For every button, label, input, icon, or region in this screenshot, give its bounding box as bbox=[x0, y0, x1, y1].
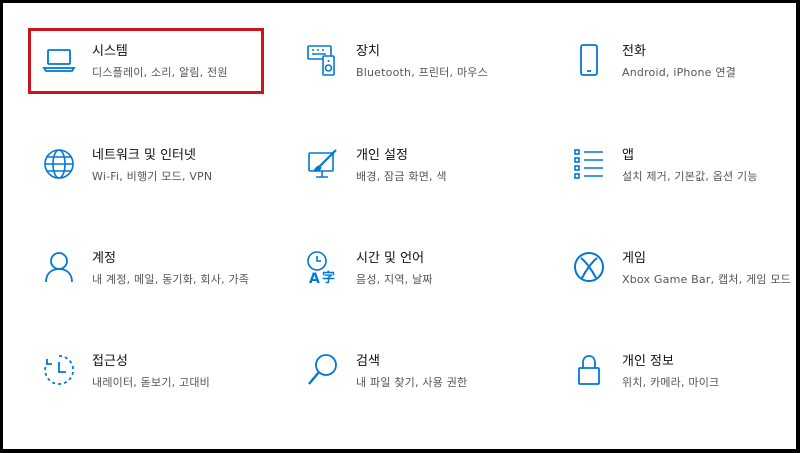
phone-icon bbox=[572, 43, 606, 77]
tile-title: 게임 bbox=[622, 251, 646, 266]
tile-title: 검색 bbox=[356, 354, 380, 369]
settings-tile-gaming[interactable]: 게임 Xbox Game Bar, 캡처, 게임 모드 bbox=[572, 250, 796, 330]
settings-window: 시스템 디스플레이, 소리, 알림, 전원 장치 Bluetooth, 프린터,… bbox=[3, 3, 796, 449]
ease-of-access-icon bbox=[42, 353, 76, 387]
tile-title: 개인 정보 bbox=[622, 354, 674, 369]
lock-icon bbox=[572, 353, 606, 387]
tile-description: Wi-Fi, 비행기 모드, VPN bbox=[92, 170, 213, 183]
settings-tile-personalization[interactable]: 개인 설정 배경, 잠금 화면, 색 bbox=[306, 147, 546, 227]
tile-description: 음성, 지역, 날짜 bbox=[356, 273, 433, 286]
xbox-icon bbox=[572, 250, 606, 284]
settings-tile-privacy[interactable]: 개인 정보 위치, 카메라, 마이크 bbox=[572, 353, 796, 433]
tile-description: Bluetooth, 프린터, 마우스 bbox=[356, 66, 488, 79]
settings-tile-accounts[interactable]: 계정 내 계정, 메일, 동기화, 회사, 가족 bbox=[42, 250, 282, 330]
settings-tile-network[interactable]: 네트워크 및 인터넷 Wi-Fi, 비행기 모드, VPN bbox=[42, 147, 282, 227]
tile-description: 설치 제거, 기본값, 옵션 기능 bbox=[622, 170, 758, 183]
tile-title: 네트워크 및 인터넷 bbox=[92, 148, 196, 163]
settings-tile-apps[interactable]: 앱 설치 제거, 기본값, 옵션 기능 bbox=[572, 147, 796, 227]
tile-description: 내 계정, 메일, 동기화, 회사, 가족 bbox=[92, 273, 250, 286]
tile-title: 시간 및 언어 bbox=[356, 251, 425, 266]
settings-tile-devices[interactable]: 장치 Bluetooth, 프린터, 마우스 bbox=[306, 43, 546, 123]
laptop-icon bbox=[42, 43, 76, 77]
tile-description: Xbox Game Bar, 캡처, 게임 모드 bbox=[622, 273, 791, 286]
tile-description: 내레이터, 돋보기, 고대비 bbox=[92, 376, 210, 389]
tile-title: 장치 bbox=[356, 44, 380, 59]
tile-title: 시스템 bbox=[92, 44, 128, 59]
tile-title: 개인 설정 bbox=[356, 148, 408, 163]
search-icon bbox=[306, 353, 340, 387]
tile-description: 내 파일 찾기, 사용 권한 bbox=[356, 376, 468, 389]
tile-title: 접근성 bbox=[92, 354, 128, 369]
tile-description: 디스플레이, 소리, 알림, 전원 bbox=[92, 66, 228, 79]
svg-text:A: A bbox=[309, 271, 320, 284]
tile-title: 앱 bbox=[622, 148, 634, 163]
settings-tile-time-language[interactable]: A 字 시간 및 언어 음성, 지역, 날짜 bbox=[306, 250, 546, 330]
settings-tile-ease-of-access[interactable]: 접근성 내레이터, 돋보기, 고대비 bbox=[42, 353, 282, 433]
tile-description: 위치, 카메라, 마이크 bbox=[622, 376, 720, 389]
settings-tile-system[interactable]: 시스템 디스플레이, 소리, 알림, 전원 bbox=[42, 43, 282, 123]
globe-icon bbox=[42, 147, 76, 181]
time-language-icon: A 字 bbox=[306, 250, 340, 284]
tile-description: Android, iPhone 연결 bbox=[622, 66, 736, 79]
paint-icon bbox=[306, 147, 340, 181]
tile-title: 전화 bbox=[622, 44, 646, 59]
tile-title: 계정 bbox=[92, 251, 116, 266]
person-icon bbox=[42, 250, 76, 284]
apps-list-icon bbox=[572, 147, 606, 181]
settings-tile-phone[interactable]: 전화 Android, iPhone 연결 bbox=[572, 43, 796, 123]
settings-tile-search[interactable]: 검색 내 파일 찾기, 사용 권한 bbox=[306, 353, 546, 433]
svg-text:字: 字 bbox=[322, 270, 335, 284]
devices-icon bbox=[306, 43, 340, 77]
tile-description: 배경, 잠금 화면, 색 bbox=[356, 170, 447, 183]
